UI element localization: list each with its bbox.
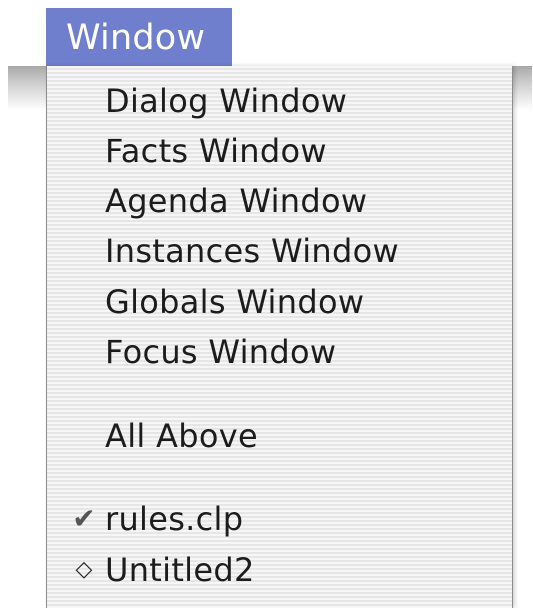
diamond-icon: ◇ [75, 557, 93, 582]
window-menu-dropdown: Dialog Window Facts Window Agenda Window… [46, 66, 513, 608]
menu-item-facts-window[interactable]: Facts Window [105, 129, 327, 173]
menu-item-untitled2[interactable]: Untitled2 [105, 548, 255, 592]
checkmark-icon: ✔ [72, 502, 96, 535]
menu-item-instances-window[interactable]: Instances Window [105, 229, 399, 273]
menu-item-dialog-window[interactable]: Dialog Window [105, 79, 347, 123]
menu-item-rules-clp[interactable]: rules.clp [105, 497, 243, 541]
menu-item-agenda-window[interactable]: Agenda Window [105, 179, 367, 223]
menu-item-globals-window[interactable]: Globals Window [105, 280, 364, 324]
menu-item-focus-window[interactable]: Focus Window [105, 330, 336, 374]
menu-item-all-above[interactable]: All Above [105, 414, 258, 458]
window-menu-title[interactable]: Window [46, 8, 232, 66]
